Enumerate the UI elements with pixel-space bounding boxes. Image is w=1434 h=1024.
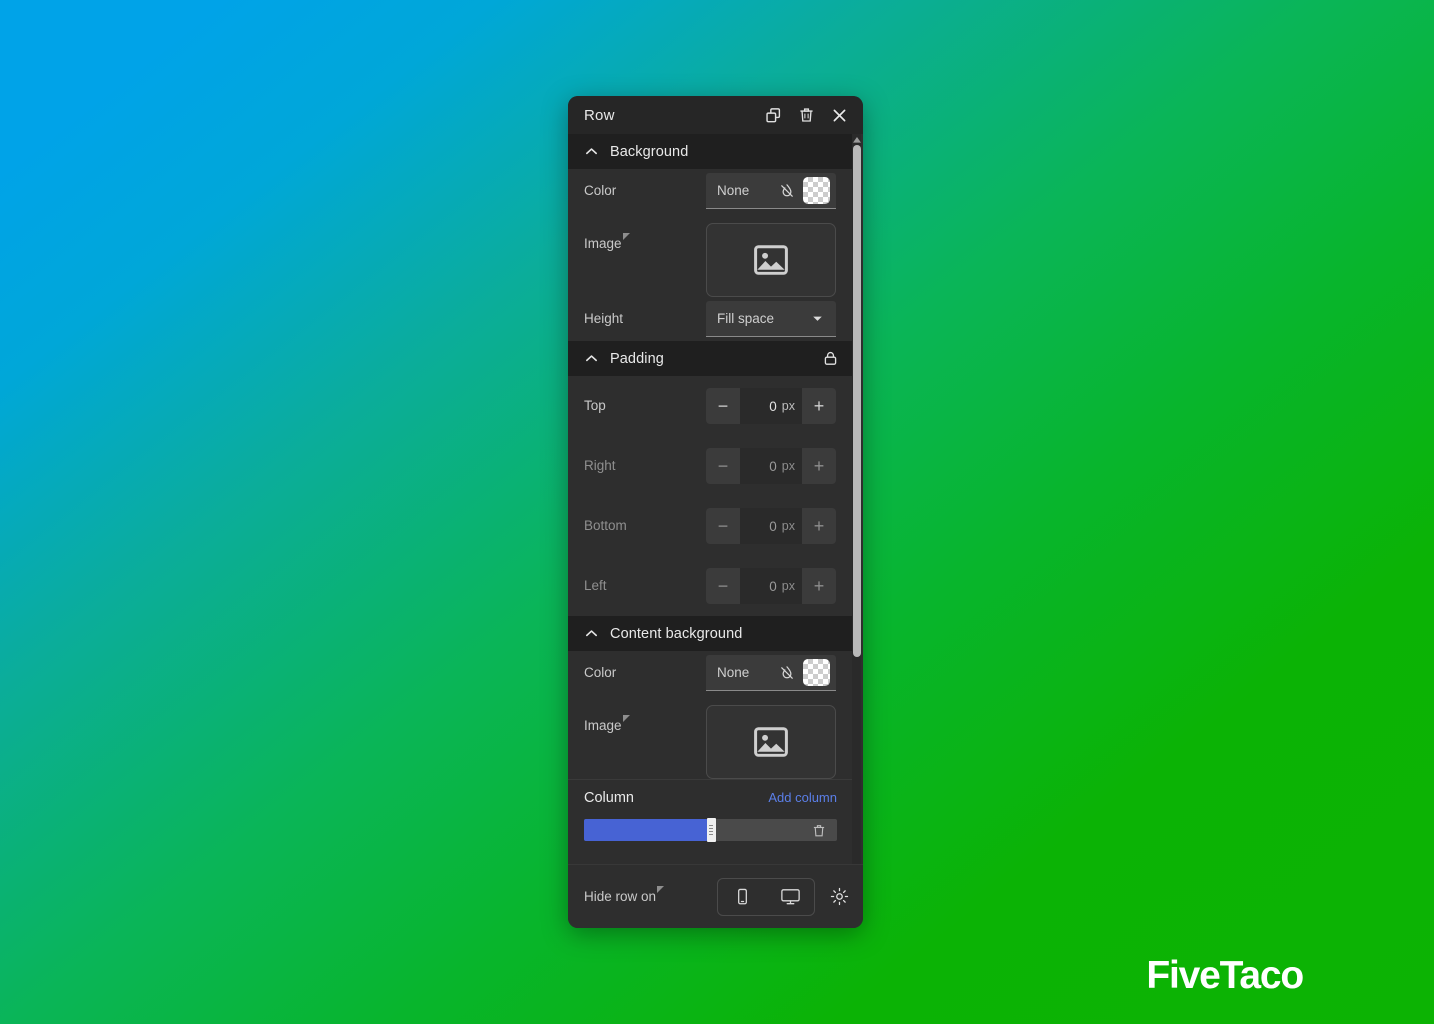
padding-bottom-stepper[interactable]: − 0 px +	[706, 508, 836, 544]
padding-left-input[interactable]: 0 px	[740, 568, 802, 604]
info-marker-icon[interactable]	[657, 885, 665, 893]
section-header-padding[interactable]: Padding	[568, 341, 853, 376]
panel-content: Background Color None Image Height Fill …	[568, 134, 853, 864]
trash-icon[interactable]	[797, 106, 816, 125]
section-title-background: Background	[610, 143, 689, 160]
content-background-image-label: Image	[584, 705, 706, 733]
section-title-content-background: Content background	[610, 625, 743, 642]
background-image-label: Image	[584, 223, 706, 251]
background-color-control[interactable]: None	[706, 173, 836, 209]
content-background-image-row: Image	[568, 695, 853, 779]
padding-bottom-unit: px	[781, 519, 795, 533]
padding-right-unit: px	[781, 459, 795, 473]
chevron-up-icon	[582, 350, 600, 368]
padding-top-stepper[interactable]: − 0 px +	[706, 388, 836, 424]
column-width-fill	[584, 819, 708, 841]
background-height-value: Fill space	[717, 311, 775, 326]
column-section-header: Column Add column	[568, 779, 853, 815]
info-marker-icon[interactable]	[622, 715, 630, 722]
padding-top-value: 0	[769, 398, 777, 414]
device-visibility-toggle-group	[717, 877, 815, 916]
padding-right-value: 0	[769, 458, 777, 474]
padding-left-label: Left	[584, 578, 607, 594]
content-background-color-row: Color None	[568, 651, 853, 695]
padding-right-row: Right − 0 px +	[568, 436, 853, 496]
padding-bottom-row: Bottom − 0 px +	[568, 496, 853, 556]
background-color-swatch[interactable]	[803, 177, 830, 204]
padding-left-stepper[interactable]: − 0 px +	[706, 568, 836, 604]
gear-icon[interactable]	[828, 886, 850, 908]
background-color-value: None	[717, 183, 750, 198]
add-column-link[interactable]: Add column	[768, 790, 837, 805]
no-color-droplet-icon[interactable]	[777, 663, 796, 682]
column-width-slider[interactable]	[584, 818, 837, 842]
padding-bottom-increment-button[interactable]: +	[802, 508, 836, 544]
column-section-title: Column	[584, 789, 634, 806]
background-color-label: Color	[584, 183, 617, 199]
chevron-up-icon	[582, 625, 600, 643]
content-background-color-value: None	[717, 665, 750, 680]
padding-right-stepper[interactable]: − 0 px +	[706, 448, 836, 484]
section-header-background[interactable]: Background	[568, 134, 853, 169]
panel-title-actions	[764, 106, 849, 125]
padding-left-increment-button[interactable]: +	[802, 568, 836, 604]
desktop-icon[interactable]	[766, 879, 814, 915]
padding-right-label: Right	[584, 458, 616, 474]
panel-title: Row	[584, 106, 615, 124]
panel-scroll-area: Background Color None Image Height Fill …	[568, 134, 863, 864]
padding-top-decrement-button[interactable]: −	[706, 388, 740, 424]
padding-left-decrement-button[interactable]: −	[706, 568, 740, 604]
padding-top-increment-button[interactable]: +	[802, 388, 836, 424]
padding-bottom-label: Bottom	[584, 518, 627, 534]
content-background-color-label: Color	[584, 665, 617, 681]
padding-top-row: Top − 0 px +	[568, 376, 853, 436]
padding-left-value: 0	[769, 578, 777, 594]
padding-top-input[interactable]: 0 px	[740, 388, 802, 424]
padding-top-label: Top	[584, 398, 606, 414]
column-delete-icon[interactable]	[811, 823, 827, 839]
panel-scrollbar[interactable]	[852, 134, 861, 864]
section-header-content-background[interactable]: Content background	[568, 616, 853, 651]
lock-icon[interactable]	[821, 350, 839, 368]
background-image-dropzone[interactable]	[706, 223, 836, 297]
column-width-row	[568, 815, 853, 842]
padding-bottom-input[interactable]: 0 px	[740, 508, 802, 544]
chevron-up-icon	[582, 143, 600, 161]
background-height-select[interactable]: Fill space	[706, 301, 836, 337]
panel-titlebar: Row	[568, 96, 863, 134]
padding-right-decrement-button[interactable]: −	[706, 448, 740, 484]
chevron-down-icon	[810, 312, 824, 326]
duplicate-icon[interactable]	[764, 106, 783, 125]
screen-background: Row Background Color None Image Height F…	[0, 0, 1434, 1024]
hide-row-on-label: Hide row on	[584, 885, 717, 904]
column-width-handle[interactable]	[706, 818, 716, 842]
padding-bottom-decrement-button[interactable]: −	[706, 508, 740, 544]
panel-footer: Hide row on	[568, 864, 863, 928]
section-title-padding: Padding	[610, 350, 664, 367]
padding-left-unit: px	[781, 579, 795, 593]
close-icon[interactable]	[830, 106, 849, 125]
padding-right-increment-button[interactable]: +	[802, 448, 836, 484]
content-background-image-dropzone[interactable]	[706, 705, 836, 779]
background-height-label: Height	[584, 311, 624, 327]
scrollbar-thumb[interactable]	[852, 145, 861, 657]
scroll-up-arrow-icon[interactable]	[852, 136, 861, 144]
padding-top-unit: px	[781, 399, 795, 413]
fivetaco-watermark: FiveTaco	[1146, 954, 1304, 997]
no-color-droplet-icon[interactable]	[777, 181, 796, 200]
content-background-color-swatch[interactable]	[803, 659, 830, 686]
padding-left-row: Left − 0 px +	[568, 556, 853, 616]
padding-bottom-value: 0	[769, 518, 777, 534]
background-image-row: Image	[568, 213, 853, 297]
content-background-color-control[interactable]: None	[706, 655, 836, 691]
mobile-icon[interactable]	[718, 879, 766, 915]
row-settings-panel: Row Background Color None Image Height F…	[568, 96, 863, 928]
info-marker-icon[interactable]	[622, 233, 630, 240]
background-color-row: Color None	[568, 169, 853, 213]
padding-right-input[interactable]: 0 px	[740, 448, 802, 484]
background-height-row: Height Fill space	[568, 297, 853, 341]
